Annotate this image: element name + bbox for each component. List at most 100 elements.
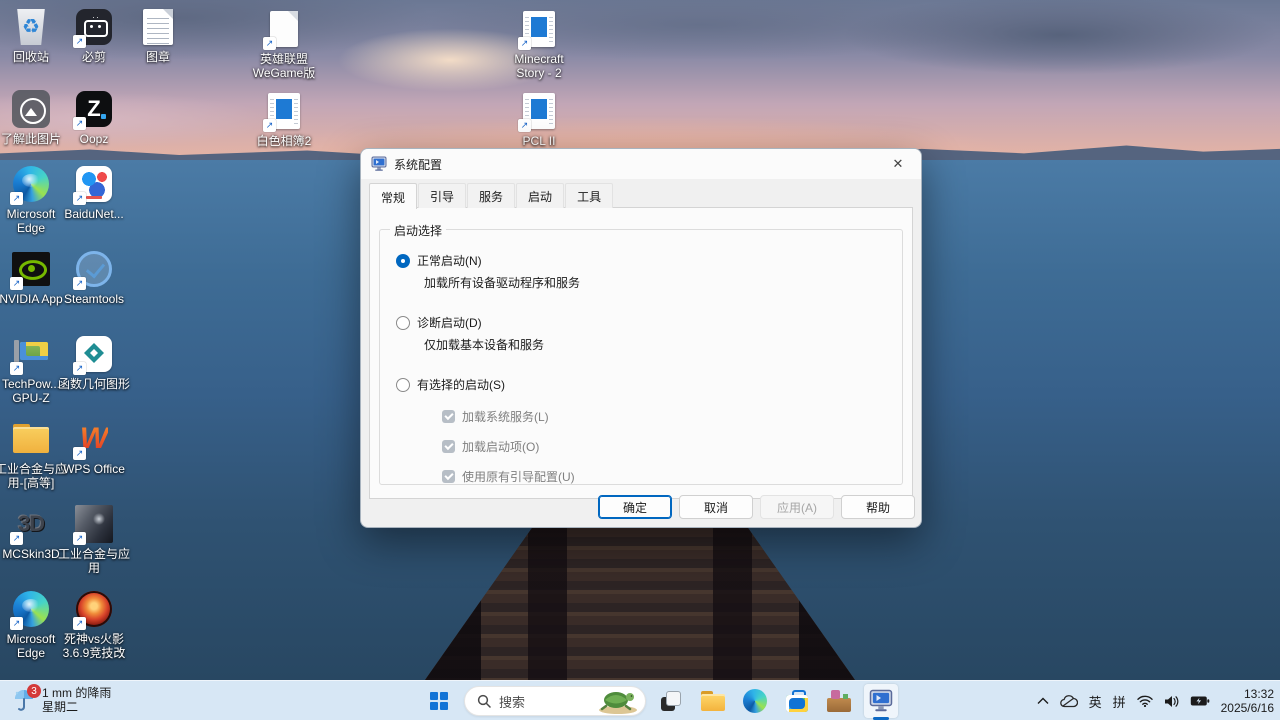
- radio-normal-startup[interactable]: [396, 253, 410, 268]
- desktop: ♻ 回收站 必剪 图章 英雄联盟 WeGame版 Minecraft Story…: [0, 0, 1280, 720]
- weather-line1: 1 mm 的降雨: [42, 686, 112, 700]
- group-title: 启动选择: [390, 222, 447, 239]
- desktop-icon-lol-wegame[interactable]: 英雄联盟 WeGame版: [245, 8, 323, 80]
- wifi-icon[interactable]: [1136, 695, 1153, 707]
- icon-label: MCSkin3D: [2, 547, 60, 561]
- box-app-icon: [827, 690, 851, 712]
- radio-label: 正常启动(N): [417, 254, 482, 268]
- icon-label: 图章: [145, 50, 170, 64]
- radio-label: 诊断启动(D): [417, 316, 482, 330]
- file-explorer-icon: [701, 691, 725, 711]
- icon-label: 函数几何图形: [57, 377, 130, 391]
- dialog-title: 系统配置: [394, 157, 443, 172]
- edge-icon: [743, 689, 767, 713]
- system-configuration-dialog: 系统配置 ✕ 常规 引导 服务 启动 工具 启动选择 正常启动(N) 加载所有设…: [360, 148, 922, 528]
- shortcut-arrow-icon: [73, 35, 86, 48]
- task-view-button[interactable]: [654, 684, 688, 718]
- shortcut-arrow-icon: [73, 447, 86, 460]
- msconfig-taskbar-button[interactable]: [864, 684, 898, 720]
- shortcut-arrow-icon: [10, 617, 23, 630]
- shortcut-arrow-icon: [73, 117, 86, 130]
- shortcut-arrow-icon: [73, 277, 86, 290]
- widgets-button[interactable]: 3 1 mm 的降雨 星期二: [6, 684, 117, 716]
- desktop-icon-baidunetdisk[interactable]: BaiduNet...: [55, 163, 133, 221]
- desktop-icon-alloy-app[interactable]: 工业合金与应 用: [55, 503, 133, 575]
- weather-line2: 星期二: [42, 700, 79, 714]
- recycle-bin-icon: ♻: [17, 9, 45, 45]
- icon-label: 了解此图片: [0, 132, 61, 146]
- shortcut-arrow-icon: [518, 37, 531, 50]
- icon-label: 工业合金与应 用: [57, 547, 130, 575]
- dialog-tabs: 常规 引导 服务 启动 工具: [361, 179, 921, 209]
- radio-label: 有选择的启动(S): [417, 378, 505, 392]
- shortcut-arrow-icon: [10, 277, 23, 290]
- microsoft-store-button[interactable]: [780, 684, 814, 718]
- tab-boot[interactable]: 引导: [418, 183, 467, 208]
- store-icon: [786, 690, 808, 712]
- desktop-icon-minecraft-story[interactable]: Minecraft Story - 2: [500, 8, 578, 80]
- cancel-button[interactable]: 取消: [679, 495, 753, 519]
- desktop-icon-wps[interactable]: W WPS Office: [55, 418, 133, 477]
- ok-button[interactable]: 确定: [598, 495, 672, 519]
- icon-label: 必剪: [81, 50, 106, 64]
- tray-clock[interactable]: 13:32 2025/6/16: [1221, 687, 1274, 715]
- checkbox-label: 使用原有引导配置(U): [462, 470, 575, 484]
- tab-startup[interactable]: 启动: [516, 183, 565, 208]
- icon-label: Steamtools: [63, 292, 125, 306]
- msconfig-icon: [869, 689, 893, 712]
- tab-services[interactable]: 服务: [467, 183, 516, 208]
- tray-time: 13:32: [1243, 687, 1274, 701]
- tray-overflow-chevron-icon[interactable]: [1037, 697, 1049, 705]
- shortcut-arrow-icon: [263, 119, 276, 132]
- apply-button: 应用(A): [760, 495, 834, 519]
- icon-label: 死神vs火影 3.6.9竞技改: [62, 632, 126, 660]
- close-icon[interactable]: ✕: [885, 153, 911, 175]
- icon-label: 白色相簿2: [256, 134, 312, 148]
- icon-label: PCL II: [522, 134, 556, 148]
- document-icon: [143, 9, 173, 45]
- folder-icon: [12, 424, 50, 454]
- shortcut-arrow-icon: [518, 119, 531, 132]
- desktop-icon-bleach-naruto[interactable]: 死神vs火影 3.6.9竞技改: [55, 588, 133, 660]
- shortcut-arrow-icon: [263, 37, 276, 50]
- radio-description: 加载所有设备驱动程序和服务: [424, 276, 581, 290]
- desktop-icon-oopz[interactable]: Z Oopz: [55, 88, 133, 146]
- msconfig-icon: [371, 156, 387, 171]
- checkbox-use-original-boot-config: [442, 470, 455, 483]
- checkbox-load-system-services: [442, 410, 455, 423]
- desktop-icon-pcl2[interactable]: PCL II: [500, 90, 578, 148]
- dialog-titlebar[interactable]: 系统配置 ✕: [361, 149, 921, 179]
- desktop-icon-geometry[interactable]: 函数几何图形: [55, 333, 133, 391]
- desktop-icon-tuzhang[interactable]: 图章: [119, 6, 197, 64]
- icon-label: 英雄联盟 WeGame版: [252, 52, 316, 80]
- taskbar-search[interactable]: 搜索: [464, 686, 646, 716]
- start-button[interactable]: [422, 684, 456, 718]
- icon-label: Microsoft Edge: [6, 207, 56, 235]
- onedrive-cloud-icon[interactable]: [1059, 694, 1078, 708]
- tab-general[interactable]: 常规: [369, 183, 418, 209]
- shortcut-arrow-icon: [73, 617, 86, 630]
- desktop-icon-whitealbum2[interactable]: 白色相簿2: [245, 90, 323, 148]
- notification-badge: 3: [27, 684, 41, 698]
- icon-label: NVIDIA App: [0, 292, 63, 306]
- volume-icon[interactable]: [1164, 695, 1179, 708]
- file-explorer-button[interactable]: [696, 684, 730, 718]
- tab-tools[interactable]: 工具: [565, 183, 614, 208]
- taskbar: 3 1 mm 的降雨 星期二 搜索 英 拼 13:32 2025/6/16: [0, 680, 1280, 720]
- shortcut-arrow-icon: [10, 192, 23, 205]
- desktop-icon-steamtools[interactable]: Steamtools: [55, 248, 133, 306]
- ime-language-indicator[interactable]: 英: [1089, 692, 1102, 711]
- edge-button[interactable]: [738, 684, 772, 718]
- windows-logo-icon: [430, 692, 448, 710]
- icon-label: 回收站: [12, 50, 49, 64]
- radio-selective-startup[interactable]: [396, 377, 410, 392]
- startup-selection-group: 启动选择 正常启动(N) 加载所有设备驱动程序和服务 诊断启动(D) 仅加载基本…: [379, 222, 903, 485]
- box-app-button[interactable]: [822, 684, 856, 718]
- battery-icon[interactable]: [1190, 695, 1210, 707]
- shortcut-arrow-icon: [10, 532, 23, 545]
- radio-diagnostic-startup[interactable]: [396, 315, 410, 330]
- shortcut-arrow-icon: [73, 362, 86, 375]
- help-button[interactable]: 帮助: [841, 495, 915, 519]
- ime-mode-indicator[interactable]: 拼: [1113, 692, 1126, 711]
- checkbox-load-startup-items: [442, 440, 455, 453]
